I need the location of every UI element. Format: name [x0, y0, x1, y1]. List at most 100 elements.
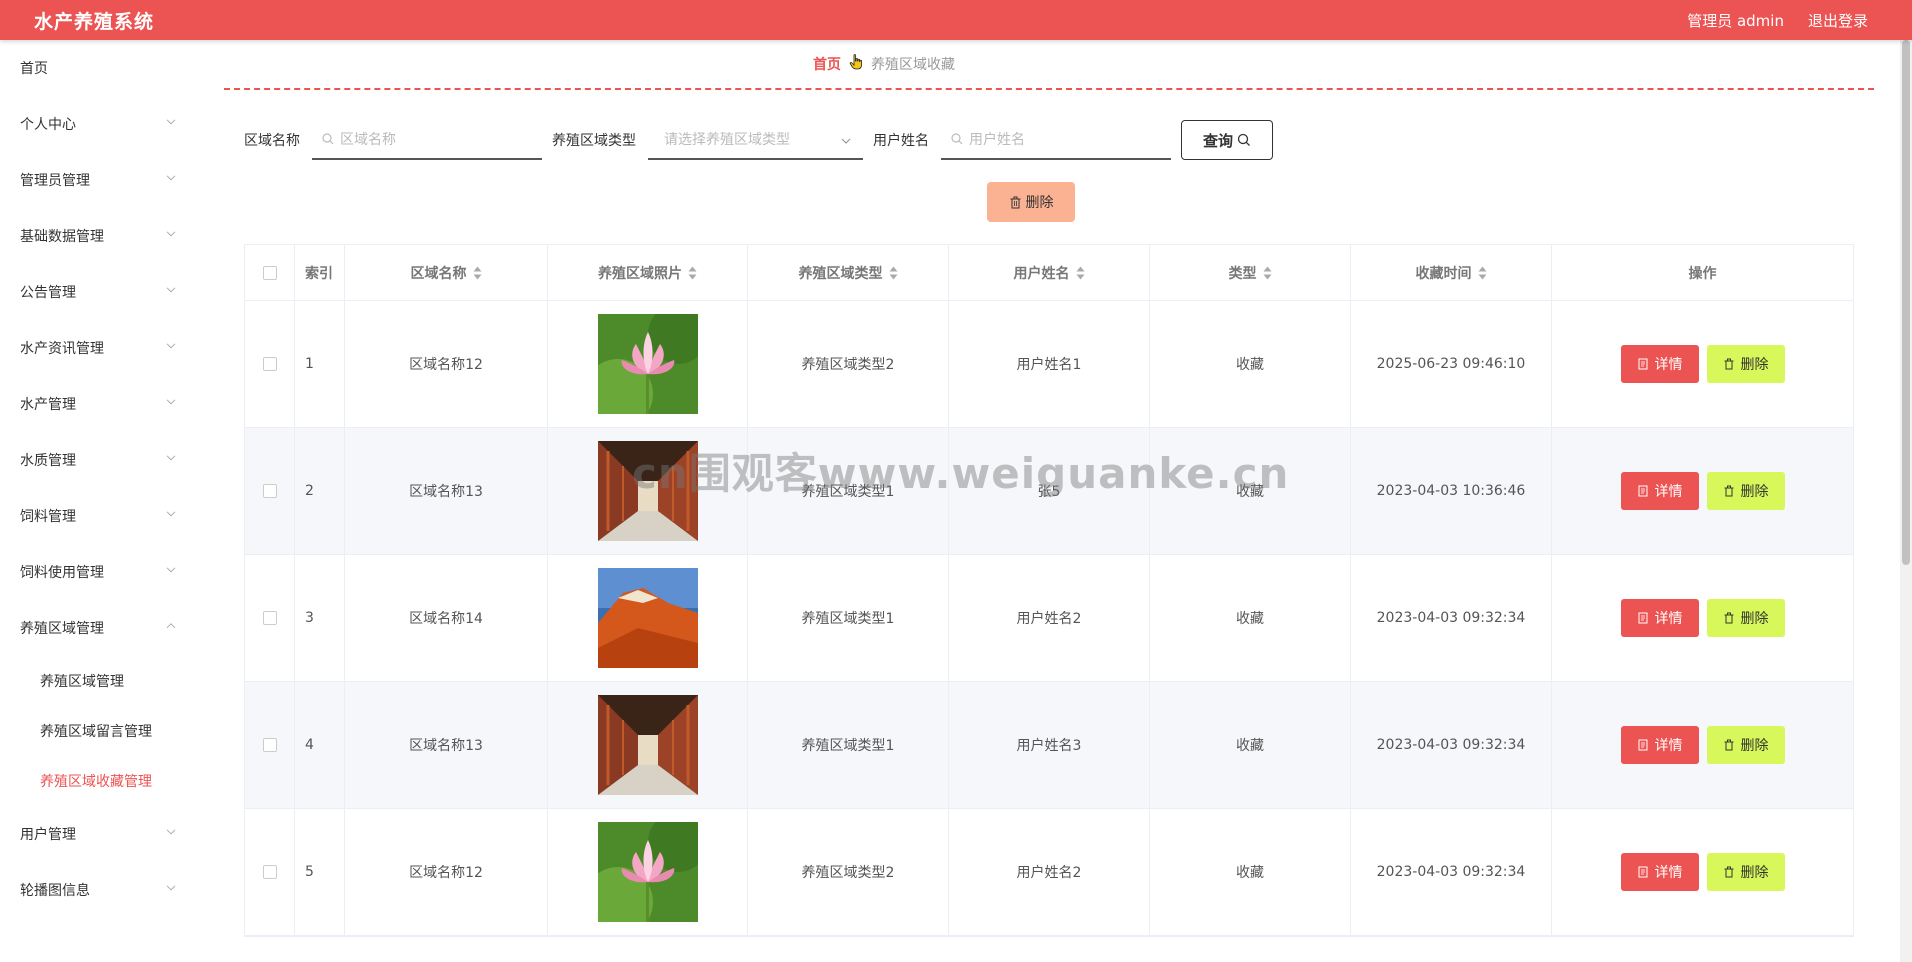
area-type-select[interactable]: 请选择养殖区域类型 [648, 120, 863, 160]
sidebar-item-notice[interactable]: 公告管理 [0, 264, 200, 320]
table-body: 1 区域名称12 养殖区域类型2 用户姓名1 收藏 2025-06-23 09:46:10… [245, 301, 1853, 936]
delete-button[interactable]: 删除 [1706, 472, 1785, 510]
detail-button[interactable]: 详情 [1620, 345, 1699, 383]
area-name-label: 区域名称 [244, 133, 300, 149]
sidebar-item-feed-usage[interactable]: 饲料使用管理 [0, 544, 200, 600]
select-all-checkbox[interactable] [262, 265, 277, 280]
area-type-placeholder: 请选择养殖区域类型 [664, 132, 790, 148]
delete-label: 删除 [1740, 738, 1769, 754]
sidebar-item-basic-data[interactable]: 基础数据管理 [0, 208, 200, 264]
sidebar-item-label: 公告管理 [20, 285, 76, 301]
cell-kind: 收藏 [1150, 428, 1351, 554]
submenu-item-label: 养殖区域留言管理 [40, 724, 152, 740]
chevron-down-icon [166, 565, 178, 577]
cell-photo [548, 809, 748, 935]
sort-icon[interactable] [1076, 265, 1085, 281]
row-checkbox[interactable] [262, 738, 277, 752]
bulk-delete-button[interactable]: 删除 [987, 182, 1075, 222]
sort-icon[interactable] [473, 265, 482, 281]
sidebar-item-home[interactable]: 首页 [0, 40, 200, 96]
mountain-photo [597, 568, 698, 668]
header-type[interactable]: 养殖区域类型 [748, 245, 949, 300]
header-user[interactable]: 用户姓名 [949, 245, 1150, 300]
trash-icon [1724, 739, 1733, 751]
cell-user: 张5 [949, 428, 1150, 554]
header-checkbox-cell [245, 245, 295, 300]
delete-button[interactable]: 删除 [1706, 853, 1785, 891]
row-checkbox[interactable] [262, 865, 277, 879]
detail-button[interactable]: 详情 [1620, 853, 1699, 891]
sort-icon[interactable] [688, 265, 697, 281]
cell-name: 区域名称13 [345, 428, 548, 554]
detail-button[interactable]: 详情 [1620, 726, 1699, 764]
header-type-label: 养殖区域类型 [798, 265, 883, 282]
sort-icon[interactable] [889, 265, 898, 281]
detail-button[interactable]: 详情 [1620, 472, 1699, 510]
sidebar-item-news[interactable]: 水产资讯管理 [0, 320, 200, 376]
search-icon [1237, 133, 1250, 146]
user-name-input[interactable]: 用户姓名 [941, 120, 1171, 160]
sidebar-item-label: 水产资讯管理 [20, 341, 104, 357]
row-checkbox[interactable] [262, 611, 277, 625]
sort-icon[interactable] [1263, 265, 1272, 281]
cell-photo [548, 682, 748, 808]
cell-photo [548, 428, 748, 554]
cell-user: 用户姓名2 [949, 555, 1150, 681]
chevron-down-icon [166, 509, 178, 521]
sidebar-item-admin-management[interactable]: 管理员管理 [0, 152, 200, 208]
delete-button[interactable]: 删除 [1706, 726, 1785, 764]
sidebar-item-label: 养殖区域管理 [20, 621, 104, 637]
sidebar-item-aquatic[interactable]: 水产管理 [0, 376, 200, 432]
header-ops: 操作 [1552, 245, 1853, 300]
area-photo[interactable] [597, 314, 698, 414]
cell-ops: 详情 删除 [1552, 428, 1853, 554]
admin-user-label[interactable]: 管理员 admin [1687, 10, 1784, 31]
header-kind[interactable]: 类型 [1150, 245, 1351, 300]
header-name[interactable]: 区域名称 [345, 245, 548, 300]
logout-link[interactable]: 退出登录 [1808, 10, 1868, 31]
detail-button[interactable]: 详情 [1620, 599, 1699, 637]
delete-button[interactable]: 删除 [1706, 345, 1785, 383]
header-photo[interactable]: 养殖区域照片 [548, 245, 748, 300]
sidebar-item-users[interactable]: 用户管理 [0, 806, 200, 862]
scrollbar-thumb[interactable] [1902, 40, 1910, 565]
sidebar-item-personal-center[interactable]: 个人中心 [0, 96, 200, 152]
sidebar-item-label: 管理员管理 [20, 173, 90, 189]
area-photo[interactable] [597, 822, 698, 922]
area-name-input[interactable]: 区域名称 [312, 120, 542, 160]
row-checkbox[interactable] [262, 357, 277, 371]
delete-label: 删除 [1740, 357, 1769, 373]
cell-type: 养殖区域类型1 [748, 555, 949, 681]
table-row: 4 区域名称13 养殖区域类型1 用户姓名3 收藏 2023-04-03 09:32:34… [245, 682, 1853, 809]
search-icon [951, 133, 963, 145]
sort-icon[interactable] [1478, 265, 1487, 281]
sidebar-item-feed[interactable]: 饲料管理 [0, 488, 200, 544]
breadcrumb-home[interactable]: 首页 [813, 54, 841, 74]
row-checkbox-cell [245, 682, 295, 808]
sidebar-item-breeding-area[interactable]: 养殖区域管理 [0, 600, 200, 656]
submenu-item-area-messages[interactable]: 养殖区域留言管理 [0, 706, 200, 756]
header-time[interactable]: 收藏时间 [1351, 245, 1552, 300]
header-ops-label: 操作 [1688, 265, 1717, 282]
page-scrollbar[interactable] [1900, 40, 1912, 962]
favorites-table: 索引 区域名称 养殖区域照片 养殖区域类型 用户姓名 类型 收藏时间 操作 1区… [244, 244, 1854, 937]
cell-kind: 收藏 [1150, 301, 1351, 427]
sidebar-item-water-quality[interactable]: 水质管理 [0, 432, 200, 488]
bulk-delete-label: 删除 [1025, 195, 1054, 211]
area-photo[interactable] [597, 441, 698, 541]
area-photo[interactable] [597, 568, 698, 668]
area-photo[interactable] [597, 695, 698, 795]
delete-button[interactable]: 删除 [1706, 599, 1785, 637]
row-checkbox[interactable] [262, 484, 277, 498]
cell-ops: 详情 删除 [1552, 809, 1853, 935]
row-checkbox-cell [245, 555, 295, 681]
cell-time: 2023-04-03 10:36:46 [1351, 428, 1552, 554]
document-icon [1638, 612, 1647, 624]
cell-user: 用户姓名3 [949, 682, 1150, 808]
sidebar-item-label: 基础数据管理 [20, 229, 104, 245]
submenu-item-area-management[interactable]: 养殖区域管理 [0, 656, 200, 706]
query-button[interactable]: 查询 [1181, 120, 1273, 160]
submenu-item-area-favorites[interactable]: 养殖区域收藏管理 [0, 756, 200, 806]
area-name-placeholder: 区域名称 [340, 132, 396, 148]
sidebar-item-carousel[interactable]: 轮播图信息 [0, 862, 200, 918]
